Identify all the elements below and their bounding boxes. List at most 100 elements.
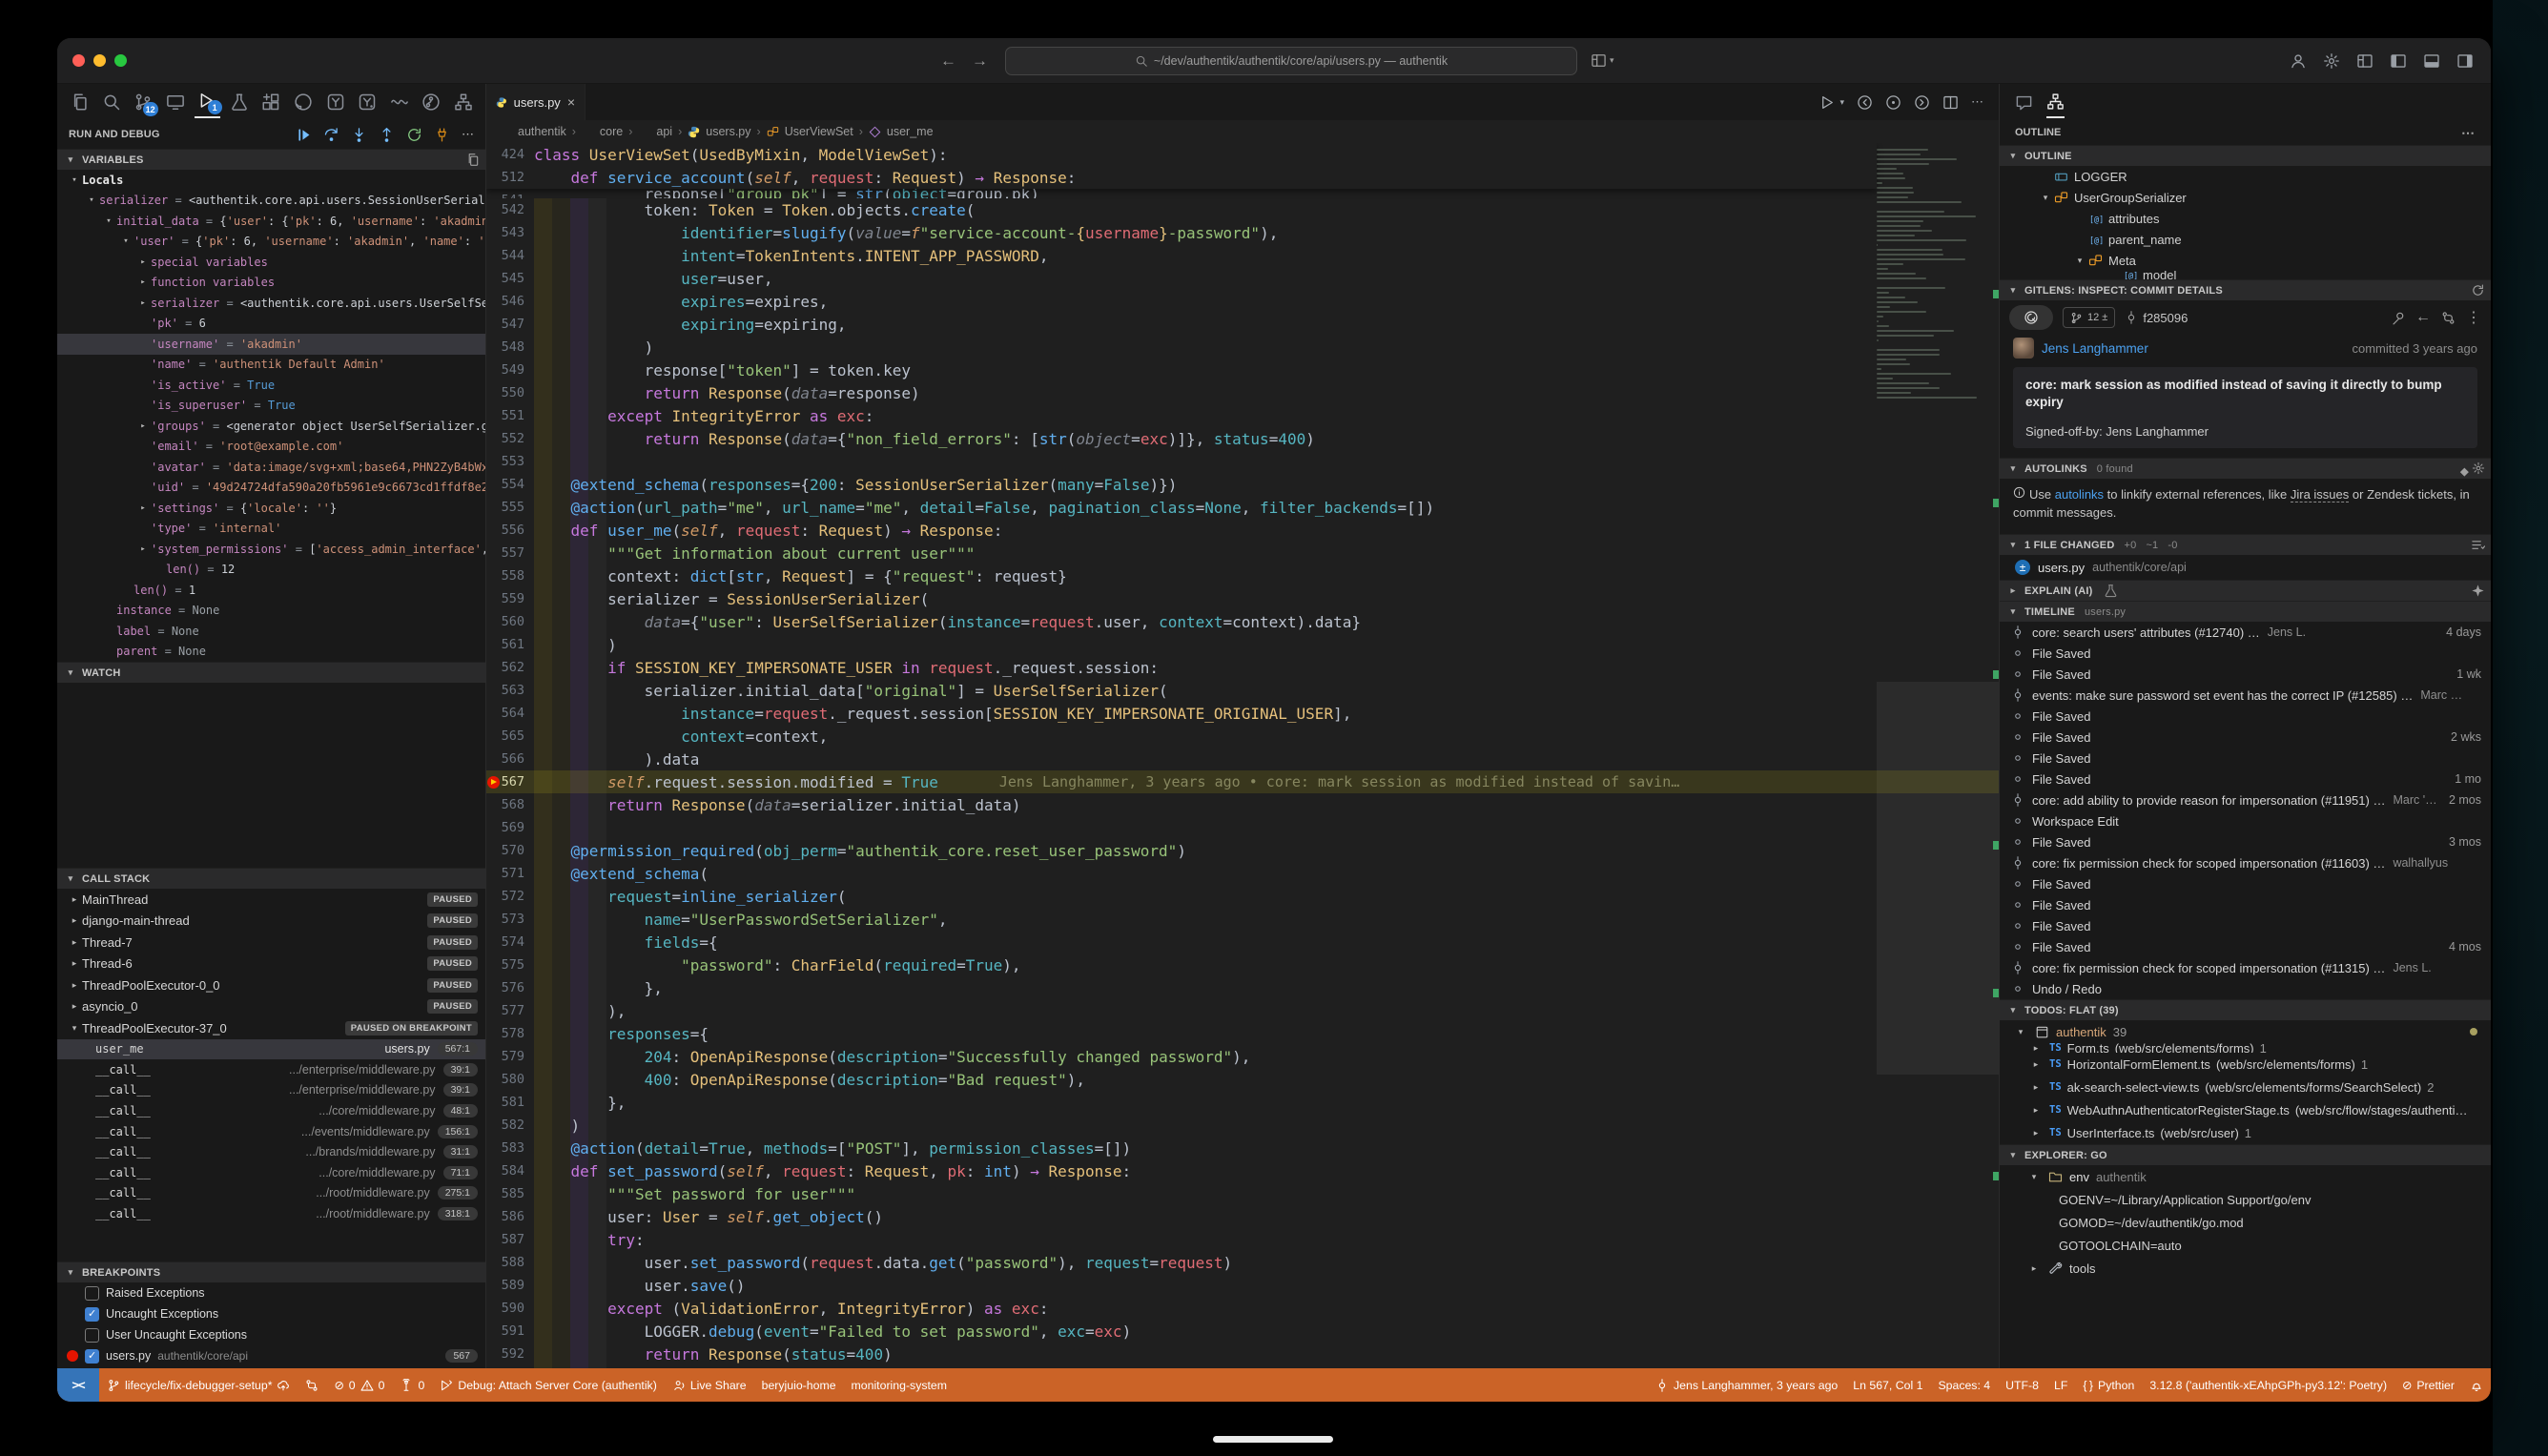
editor-gutter[interactable]: 541: [486, 189, 530, 198]
breakpoint-paused-icon[interactable]: [487, 1005, 500, 1017]
breakpoint-paused-icon[interactable]: [487, 341, 500, 354]
run-dropdown-chevron-icon[interactable]: ▾: [1839, 97, 1844, 108]
code-line[interactable]: 558 context: dict[str, Request] = {"requ…: [486, 564, 1999, 587]
breadcrumb-item[interactable]: users.py: [706, 125, 750, 138]
timeline-item[interactable]: File Saved 2 wks: [2000, 727, 2491, 748]
editor-gutter[interactable]: 579: [486, 1045, 530, 1068]
thread-row[interactable]: ▸ Thread-6 PAUSED: [57, 954, 485, 975]
timeline-item[interactable]: File Saved: [2000, 915, 2491, 936]
timeline-item[interactable]: core: add ability to provide reason for …: [2000, 790, 2491, 810]
sticky-line[interactable]: 512 def service_account(self, request: R…: [486, 166, 1877, 189]
expand-chevron-icon[interactable]: ▾: [67, 175, 82, 185]
tab-users-py[interactable]: users.py ×: [486, 84, 586, 120]
autolinks-header[interactable]: ▾AUTOLINKS 0 found ◆: [2000, 458, 2491, 479]
code-line[interactable]: 554 @extend_schema(responses={200: Sessi…: [486, 473, 1999, 496]
code-line[interactable]: 593 if user.pk == request.user.pk and SE…: [486, 1365, 1999, 1368]
branch-status[interactable]: lifecycle/fix-debugger-setup*: [99, 1368, 298, 1402]
breakpoint-paused-icon[interactable]: [487, 1119, 500, 1132]
zoom-window-button[interactable]: [114, 54, 127, 67]
breakpoint-row[interactable]: User Uncaught Exceptions: [57, 1324, 485, 1345]
expand-chevron-icon[interactable]: ▸: [2028, 1043, 2044, 1053]
variable-row[interactable]: ▸ special variables: [57, 252, 485, 273]
breadcrumb-item[interactable]: user_me: [887, 125, 934, 138]
split-editor-icon[interactable]: [1942, 94, 1959, 111]
breakpoint-paused-icon[interactable]: [487, 502, 500, 514]
variable-row[interactable]: 'type' = 'internal': [57, 519, 485, 540]
code-line[interactable]: 577 ),: [486, 999, 1999, 1022]
breakpoint-paused-icon[interactable]: [487, 868, 500, 880]
go-env-var[interactable]: GOMOD=~/dev/authentik/go.mod: [2000, 1211, 2491, 1234]
editor-gutter[interactable]: 566: [486, 748, 530, 770]
indentation-status[interactable]: Spaces: 4: [1930, 1379, 1998, 1392]
code-line[interactable]: 544 intent=TokenIntents.INTENT_APP_PASSW…: [486, 244, 1999, 267]
github-icon[interactable]: [291, 86, 317, 118]
code-line[interactable]: 555 @action(url_path="me", url_name="me"…: [486, 496, 1999, 519]
watch-header[interactable]: ▾ WATCH: [57, 662, 485, 683]
more-actions-icon[interactable]: ⋯: [2461, 125, 2476, 141]
source-control-icon[interactable]: 12: [131, 86, 156, 118]
problems-status[interactable]: ⊘0 0: [326, 1368, 392, 1402]
expand-chevron-icon[interactable]: ▸: [67, 894, 82, 905]
code-line[interactable]: 582 ): [486, 1114, 1999, 1137]
changed-file-row[interactable]: ± users.py authentik/core/api: [2000, 555, 2491, 580]
breakpoint-paused-icon[interactable]: [487, 364, 500, 377]
outline-item[interactable]: [@] model: [2000, 271, 2491, 279]
timeline-item[interactable]: core: fix permission check for scoped im…: [2000, 852, 2491, 873]
variable-row[interactable]: 'pk' = 6: [57, 314, 485, 335]
variable-row[interactable]: 'is_superuser' = True: [57, 396, 485, 417]
editor-gutter[interactable]: 592: [486, 1343, 530, 1365]
expand-chevron-icon[interactable]: ▾: [2072, 256, 2087, 266]
blame-status[interactable]: Jens Langhammer, 3 years ago: [1648, 1379, 1845, 1392]
editor-gutter[interactable]: 556: [486, 519, 530, 542]
breakpoint-paused-icon[interactable]: [487, 1302, 500, 1315]
breakpoint-paused-icon[interactable]: [487, 1280, 500, 1292]
breakpoint-paused-icon[interactable]: [487, 707, 500, 720]
code-line[interactable]: 560 data={"user": UserSelfSerializer(ins…: [486, 610, 1999, 633]
expand-chevron-icon[interactable]: ▾: [67, 1023, 82, 1034]
code-line[interactable]: 550 return Response(data=response): [486, 381, 1999, 404]
breakpoint-paused-icon[interactable]: [487, 936, 500, 949]
editor-gutter[interactable]: 568: [486, 793, 530, 816]
code-line[interactable]: 548 ): [486, 336, 1999, 359]
code-line[interactable]: 543 identifier=slugify(value=f"service-a…: [486, 221, 1999, 244]
variable-row[interactable]: 'is_active' = True: [57, 375, 485, 396]
todos-header[interactable]: ▾TODOS: FLAT (39): [2000, 999, 2491, 1020]
breakpoint-paused-icon[interactable]: [487, 616, 500, 628]
debug-step-over-button[interactable]: [323, 127, 339, 143]
variable-row[interactable]: ▾ Locals: [57, 170, 485, 191]
breakpoint-paused-icon[interactable]: [487, 1051, 500, 1063]
expand-chevron-icon[interactable]: ▸: [135, 503, 151, 513]
expand-chevron-icon[interactable]: ▸: [135, 277, 151, 287]
timeline-item[interactable]: File Saved 1 mo: [2000, 769, 2491, 790]
editor-gutter[interactable]: 560: [486, 610, 530, 633]
code-line[interactable]: 564 instance=request._request.session[SE…: [486, 702, 1999, 725]
code-line[interactable]: 563 serializer.initial_data["original"] …: [486, 679, 1999, 702]
expand-chevron-icon[interactable]: ▸: [67, 980, 82, 991]
expand-chevron-icon[interactable]: ▾: [2038, 193, 2053, 203]
interpreter-status[interactable]: 3.12.8 ('authentik-xEAhpGPh-py3.12': Poe…: [2142, 1379, 2394, 1392]
command-center-search[interactable]: ~/dev/authentik/authentik/core/api/users…: [1005, 47, 1577, 75]
explorer-icon[interactable]: [67, 86, 92, 118]
encoding-status[interactable]: UTF-8: [1998, 1379, 2046, 1392]
variable-row[interactable]: 'name' = 'authentik Default Admin': [57, 355, 485, 376]
back-icon[interactable]: ←: [2415, 309, 2431, 326]
outline-item[interactable]: ▾ UserGroupSerializer: [2000, 187, 2491, 208]
copy-icon[interactable]: [465, 153, 480, 167]
nav-back-icon[interactable]: [1857, 94, 1873, 111]
editor-gutter[interactable]: 549: [486, 359, 530, 381]
extensions-icon[interactable]: [258, 86, 284, 118]
editor-gutter[interactable]: 569: [486, 816, 530, 839]
code-line[interactable]: 561 ): [486, 633, 1999, 656]
breakpoint-checkbox[interactable]: [85, 1349, 99, 1364]
expand-chevron-icon[interactable]: ▾: [101, 216, 116, 226]
breakpoint-paused-icon[interactable]: [487, 433, 500, 445]
editor-gutter[interactable]: 588: [486, 1251, 530, 1274]
code-line[interactable]: 573 name="UserPasswordSetSerializer",: [486, 908, 1999, 931]
remote-window-icon[interactable]: [1591, 52, 1607, 69]
debug-step-out-button[interactable]: [379, 127, 395, 143]
breakpoint-paused-icon[interactable]: [487, 387, 500, 400]
variable-row[interactable]: instance = None: [57, 601, 485, 622]
autolinks-icons[interactable]: ◆: [2460, 461, 2485, 476]
code-line[interactable]: 556 def user_me(self, request: Request) …: [486, 519, 1999, 542]
compare-icon[interactable]: [2441, 311, 2456, 325]
